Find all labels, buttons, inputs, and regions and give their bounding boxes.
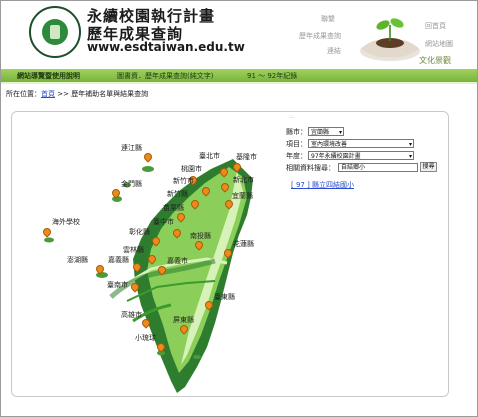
county-select-value: 宜蘭縣	[311, 129, 330, 136]
map-label-lienchiang[interactable]: 連江縣	[121, 143, 142, 153]
nav-link-contact[interactable]: 聯繫	[321, 14, 335, 24]
map-label-taichung[interactable]: 臺中市	[153, 217, 174, 227]
item-label: 項目：	[286, 140, 307, 148]
map-label-pingtung[interactable]: 屏東縣	[173, 315, 194, 325]
year-label: 年度：	[286, 152, 307, 160]
chevron-down-icon: ▾	[338, 129, 342, 136]
map-label-changhua[interactable]: 彰化縣	[129, 227, 150, 237]
map-label-nantou[interactable]: 南投縣	[190, 231, 211, 241]
nav-link-results[interactable]: 歷年成果查詢	[299, 31, 341, 41]
county-select[interactable]: 宜蘭縣 ▾	[308, 127, 344, 136]
map-label-yunlin[interactable]: 雲林縣	[123, 245, 144, 255]
item-select[interactable]: 室內環境改善 ▾	[308, 139, 414, 148]
map-label-chiayi-city[interactable]: 嘉義市	[167, 256, 188, 266]
map-label-yilan[interactable]: 宜蘭縣	[232, 191, 253, 201]
chevron-down-icon: ▾	[408, 141, 412, 148]
chevron-down-icon: ▾	[408, 153, 412, 160]
page-frame: 永續校園執行計畫 歷年成果查詢 www.esdtaiwan.edu.tw 聯繫 …	[0, 0, 478, 417]
map-label-kaohsiung[interactable]: 高雄市	[121, 310, 142, 320]
year-select-value: 97年永續校園計畫	[311, 153, 361, 160]
year-select[interactable]: 97年永續校園計畫 ▾	[308, 151, 414, 160]
map-label-taoyuan[interactable]: 桃園市	[181, 164, 202, 174]
map-label-taipei[interactable]: 臺北市	[199, 151, 220, 161]
map-label-keelung[interactable]: 基隆市	[236, 152, 257, 162]
nav-link-home[interactable]: 回首頁	[425, 21, 446, 31]
map-label-overseas[interactable]: 海外學校	[52, 217, 80, 227]
nav-link-links[interactable]: 連結	[327, 46, 341, 56]
map-label-miaoli[interactable]: 苗栗縣	[163, 203, 184, 213]
panel-corner-mark: .:.	[289, 114, 294, 120]
map-label-hsinchu-city[interactable]: 新竹市	[173, 176, 194, 186]
keyword-label: 相關資料搜尋：	[286, 164, 335, 172]
map-label-taitung[interactable]: 臺東縣	[214, 292, 235, 302]
map-label-kinmen[interactable]: 金門縣	[121, 179, 142, 189]
county-label: 縣市：	[286, 128, 307, 136]
result-link[interactable]: [ 97 ] 縣立四結國小	[291, 180, 354, 190]
keyword-input[interactable]: 自結鄉小	[338, 163, 418, 172]
map-label-xiaoliuqiu[interactable]: 小琉球	[135, 333, 156, 343]
nav-link-sitemap[interactable]: 網站地圖	[425, 39, 453, 49]
map-label-chiayi-county[interactable]: 嘉義縣	[108, 255, 129, 265]
map-label-hsinchu-county[interactable]: 新竹縣	[167, 189, 188, 199]
map-label-penghu[interactable]: 澎湖縣	[67, 255, 88, 265]
map-label-new-taipei[interactable]: 新北市	[233, 175, 254, 185]
hands-seedling-icon	[360, 18, 420, 61]
map-label-tainan[interactable]: 臺南市	[107, 280, 128, 290]
item-select-value: 室內環境改善	[311, 141, 348, 148]
search-button[interactable]: 搜尋	[420, 162, 437, 172]
map-label-hualien[interactable]: 花蓮縣	[233, 239, 254, 249]
